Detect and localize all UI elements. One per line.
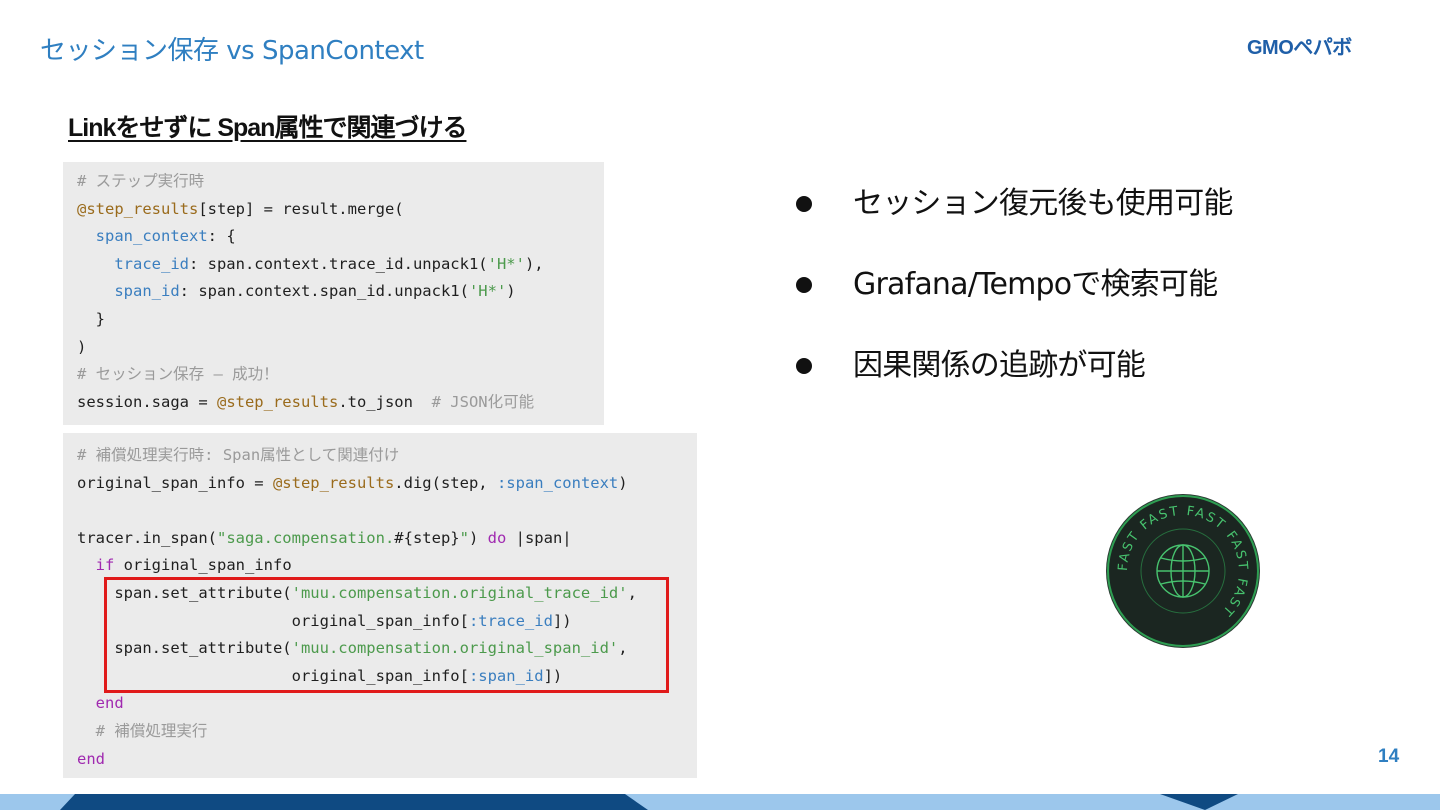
code-line: } (77, 306, 604, 334)
code-token: end (95, 694, 124, 713)
code-token: : { (207, 227, 236, 246)
bullet-dot-icon (796, 358, 812, 374)
code-line: # 補償処理実行 (77, 718, 697, 746)
code-token: : span.context.trace_id.unpack1( (188, 254, 488, 273)
code-line: if original_span_info (77, 552, 697, 580)
code-token: } (77, 309, 105, 328)
code-token: end (77, 749, 105, 768)
code-line: # ステップ実行時 (77, 168, 604, 196)
code-token: 'H*' (468, 282, 507, 301)
code-token: original_span_info = (77, 473, 273, 492)
code-token: trace_id (114, 254, 189, 273)
code-line: ) (77, 334, 604, 362)
bullet-text: Grafana/Tempoで検索可能 (853, 267, 1218, 302)
page-number: 14 (1378, 746, 1400, 767)
bullet-text: 因果関係の追跡が可能 (853, 348, 1146, 383)
logo-mark: GMOペパボ (1247, 36, 1353, 59)
code-token: # JSON化可能 (431, 392, 535, 411)
bullet-dot-icon (796, 196, 812, 212)
footer-dark-band (60, 794, 648, 810)
code-token: ) (506, 282, 516, 301)
code-token: do (487, 528, 507, 547)
code-line: # セッション保存 – 成功！ (77, 361, 604, 389)
code-line: trace_id: span.context.trace_id.unpack1(… (77, 251, 604, 279)
code-token: @step_results (77, 199, 199, 218)
code-token: " (459, 528, 469, 547)
gmo-pepabo-logo: GMOペパボ (1247, 36, 1407, 59)
code-token: ) (468, 528, 488, 547)
code-token: # セッション保存 – 成功！ (77, 365, 279, 384)
code-token: session.saga = (77, 392, 217, 411)
code-line: end (77, 690, 697, 718)
code-token: :span_context (496, 473, 619, 492)
code-token: span_context (95, 227, 208, 246)
footer-bar (0, 794, 1440, 810)
bullet-item: Grafana/Tempoで検索可能 (796, 261, 1233, 342)
fast-badge: FAST FAST FAST FAST FAST (1104, 492, 1262, 650)
code-token: 'H*' (487, 254, 525, 273)
code-token: # 補償処理実行時: Span属性として関連付け (77, 446, 400, 464)
bullet-item: 因果関係の追跡が可能 (796, 342, 1233, 423)
code-line: span_id: span.context.span_id.unpack1('H… (77, 278, 604, 306)
fast-badge-graphic: FAST FAST FAST FAST FAST (1106, 494, 1260, 648)
code-token: # ステップ実行時 (77, 172, 205, 190)
code-line: span_context: { (77, 223, 604, 251)
code-block-step-execution: # ステップ実行時 @step_results[step] = result.me… (63, 162, 604, 425)
code-token: span_id (114, 282, 180, 301)
code-token: # 補償処理実行 (95, 721, 208, 740)
code-line: original_span_info = @step_results.dig(s… (77, 470, 697, 498)
code-token: @step_results (272, 473, 395, 492)
code-token: tracer.in_span( (77, 528, 217, 547)
globe-icon (1156, 544, 1210, 598)
code-token: : span.context.span_id.unpack1( (179, 282, 469, 301)
code-token: original_span_info (114, 556, 292, 575)
code-token: #{step} (394, 528, 460, 547)
slide-title: セッション保存 vs SpanContext (40, 36, 424, 66)
bullet-dot-icon (796, 277, 812, 293)
bullet-text: セッション復元後も使用可能 (853, 186, 1233, 221)
bullet-list: セッション復元後も使用可能 Grafana/Tempoで検索可能 因果関係の追跡… (796, 180, 1233, 423)
subheading: Linkをせずに Span属性で関連づける (68, 114, 467, 142)
code-line: tracer.in_span("saga.compensation.#{step… (77, 525, 697, 553)
code-token: |span| (506, 528, 572, 547)
code-token: if (95, 556, 115, 575)
logo-text: GMOペパボ (1247, 36, 1352, 58)
code-token: .dig(step, (394, 473, 497, 492)
code-token: ), (524, 254, 544, 273)
code-line: end (77, 746, 697, 774)
highlight-box (104, 577, 669, 693)
code-token: "saga.compensation. (216, 528, 395, 547)
code-token: ) (618, 473, 628, 492)
code-line: # 補償処理実行時: Span属性として関連付け (77, 442, 697, 470)
code-token: .to_json (338, 392, 432, 411)
code-token: ) (77, 337, 87, 356)
code-line: session.saga = @step_results.to_json # J… (77, 389, 604, 417)
code-line: @step_results[step] = result.merge( (77, 196, 604, 224)
bullet-item: セッション復元後も使用可能 (796, 180, 1233, 261)
code-token: @step_results (216, 392, 339, 411)
code-token: [step] = result.merge( (198, 199, 404, 218)
